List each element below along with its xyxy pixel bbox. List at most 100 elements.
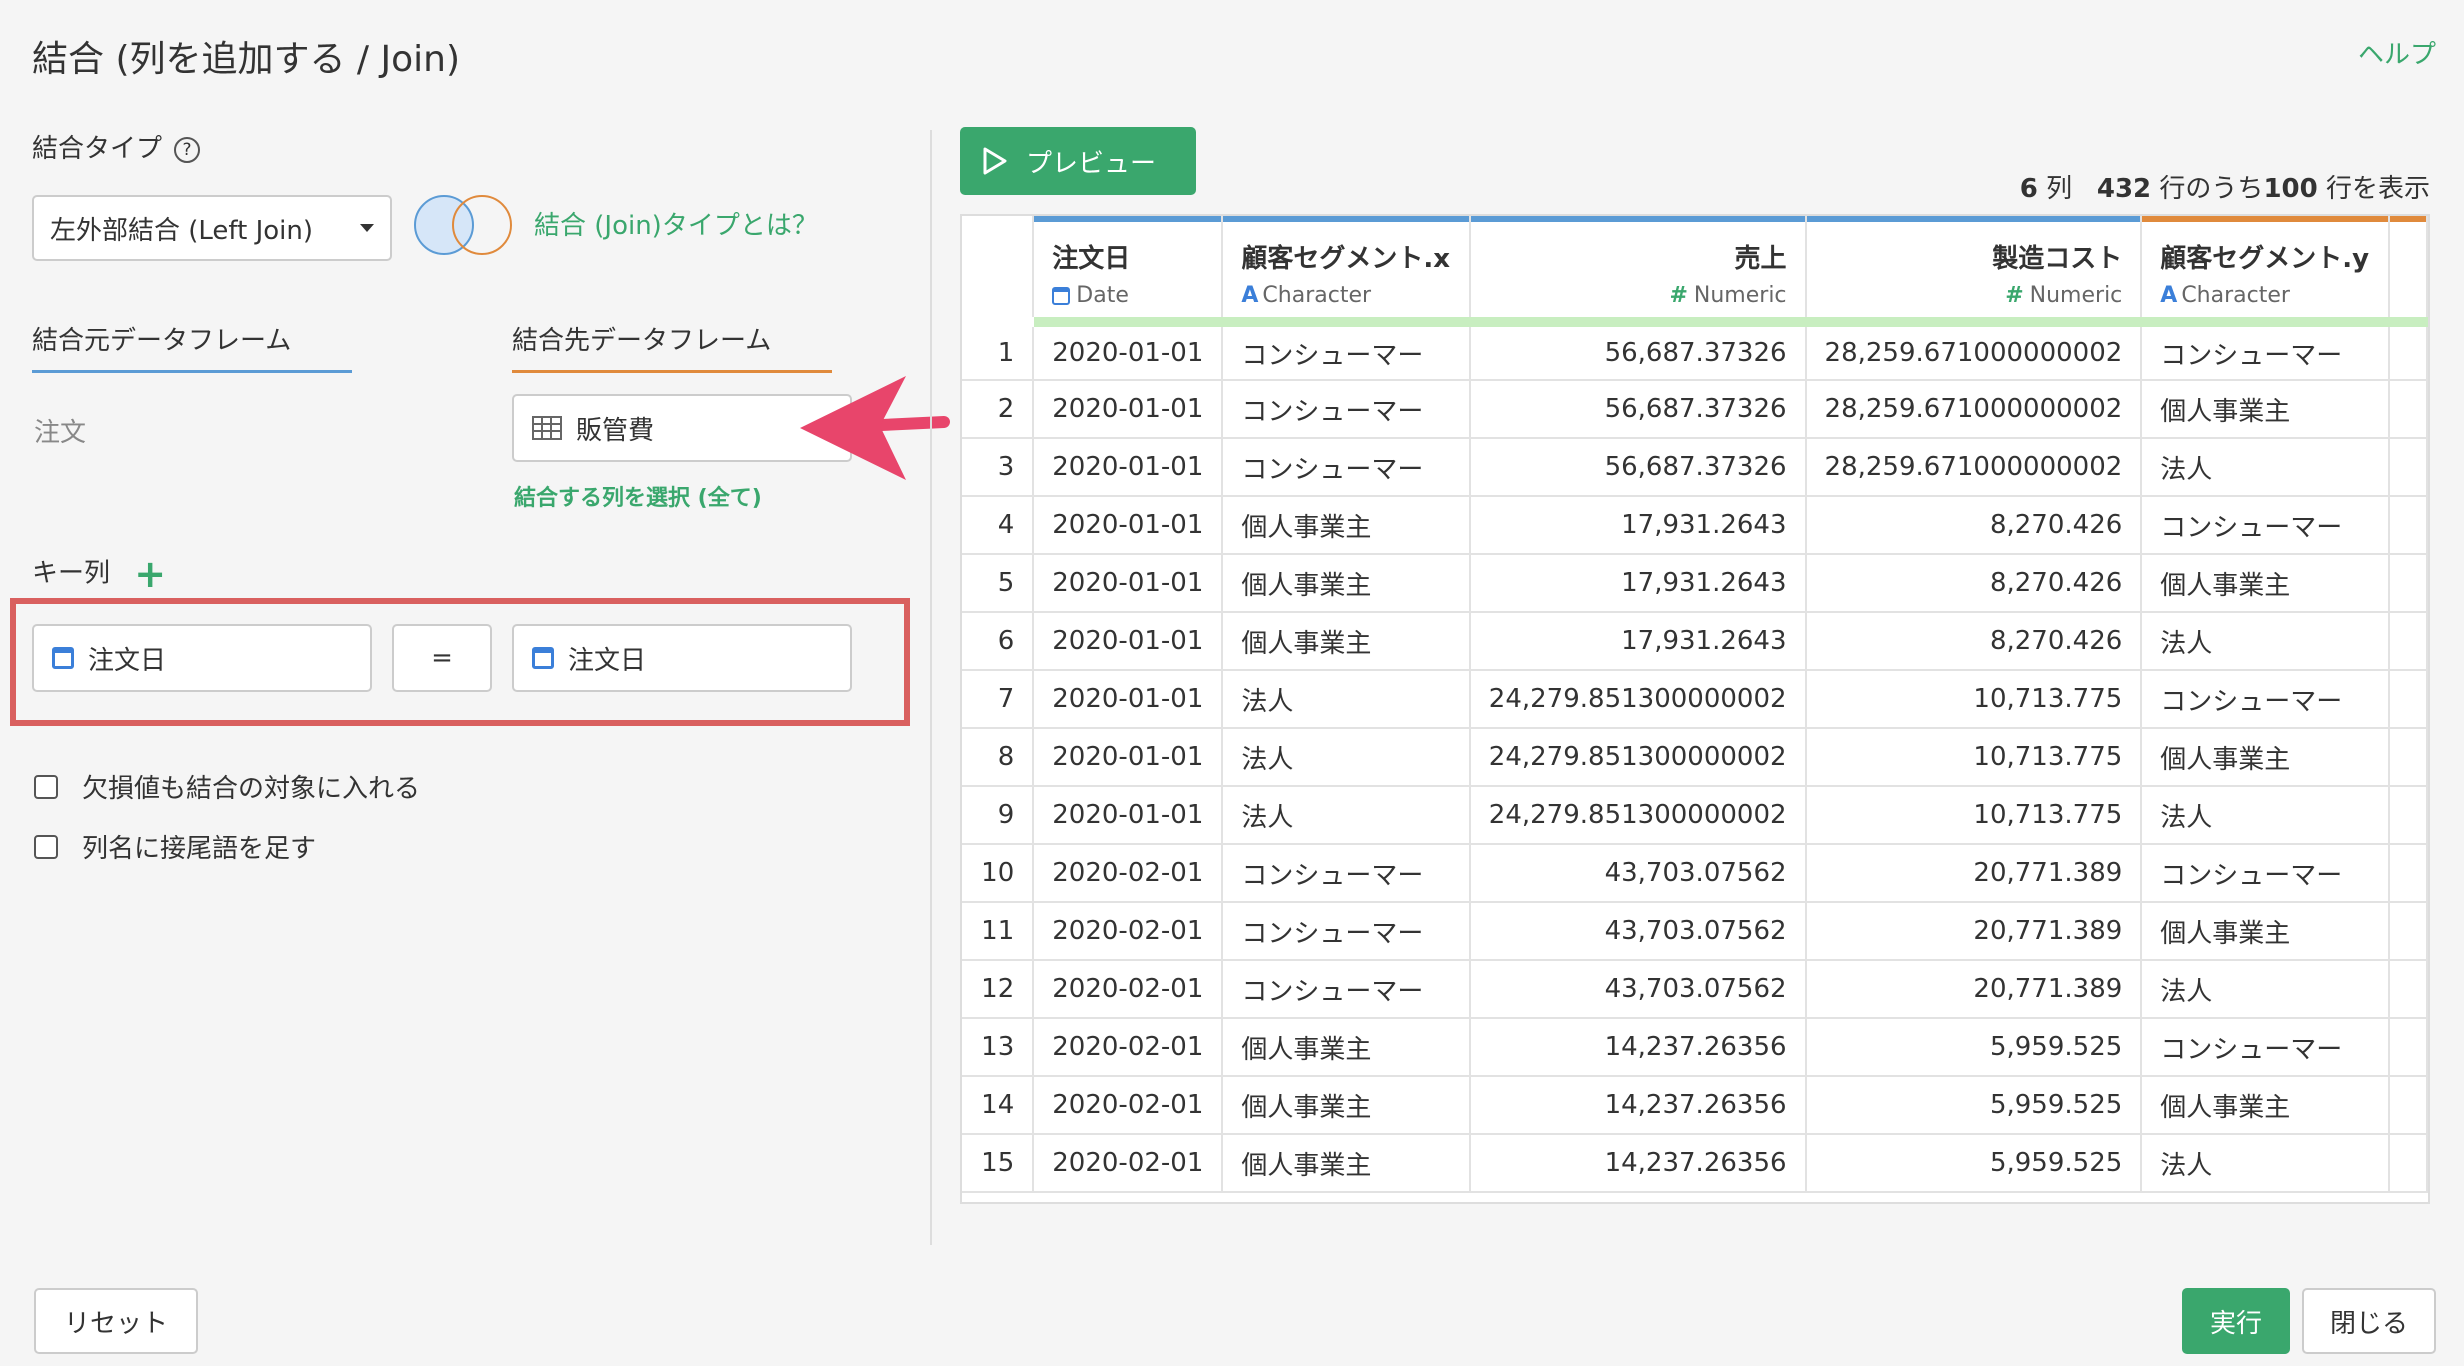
column-header[interactable]: 顧客セグメント.y A Character bbox=[2141, 222, 2390, 327]
table-cell: 個人事業主 bbox=[1222, 496, 1471, 555]
reset-button[interactable]: リセット bbox=[34, 1288, 198, 1354]
table-cell-overflow bbox=[2388, 960, 2428, 1019]
table-row: 6 2020-01-01 個人事業主 17,931.2643 8,270.426 法人 bbox=[962, 612, 2428, 671]
column-header-overflow bbox=[2388, 222, 2428, 327]
row-index: 13 bbox=[962, 1018, 1035, 1077]
panel-divider bbox=[930, 130, 932, 1245]
table-cell: 2020-02-01 bbox=[1033, 844, 1224, 903]
add-suffix-option[interactable]: 列名に接尾語を足す bbox=[34, 828, 316, 865]
table-cell: コンシューマー bbox=[2141, 322, 2390, 381]
row-index: 8 bbox=[962, 728, 1035, 787]
table-cell: 10,713.775 bbox=[1805, 670, 2143, 729]
table-cell-overflow bbox=[2388, 728, 2428, 787]
table-row: 15 2020-02-01 個人事業主 14,237.26356 5,959.525 法人 bbox=[962, 1134, 2428, 1193]
date-type-icon bbox=[1052, 287, 1071, 305]
table-cell: 24,279.851300000002 bbox=[1469, 670, 1807, 729]
help-link[interactable]: ヘルプ bbox=[2358, 34, 2436, 71]
table-cell: 個人事業主 bbox=[1222, 1076, 1471, 1135]
join-type-info-link[interactable]: 結合 (Join)タイプとは？ bbox=[534, 205, 818, 242]
preview-table[interactable]: 注文日 Date 顧客セグメント.x A Character 売上 # Numeri… bbox=[960, 214, 2430, 1204]
table-cell: 56,687.37326 bbox=[1469, 380, 1807, 439]
table-cell: 2020-02-01 bbox=[1033, 1018, 1224, 1077]
table-cell: コンシューマー bbox=[1222, 438, 1471, 497]
table-cell: コンシューマー bbox=[2141, 844, 2390, 903]
add-key-button[interactable]: + bbox=[134, 552, 166, 596]
include-missing-option[interactable]: 欠損値も結合の対象に入れる bbox=[34, 768, 420, 805]
table-row: 10 2020-02-01 コンシューマー 43,703.07562 20,771.38… bbox=[962, 844, 2428, 903]
target-tab-underline bbox=[512, 370, 832, 373]
table-cell: 5,959.525 bbox=[1805, 1076, 2143, 1135]
table-cell: 2020-01-01 bbox=[1033, 670, 1224, 729]
table-cell: 個人事業主 bbox=[1222, 612, 1471, 671]
table-cell: 法人 bbox=[2141, 612, 2390, 671]
table-cell: コンシューマー bbox=[1222, 960, 1471, 1019]
table-cell-overflow bbox=[2388, 380, 2428, 439]
preview-button[interactable]: プレビュー bbox=[960, 127, 1196, 195]
row-index: 5 bbox=[962, 554, 1035, 613]
calendar-icon bbox=[532, 647, 554, 669]
table-cell: 43,703.07562 bbox=[1469, 960, 1807, 1019]
row-count-info: 6 列 432 行のうち100 行を表示 bbox=[2019, 174, 2430, 204]
table-cell: 5,959.525 bbox=[1805, 1018, 2143, 1077]
table-cell: 個人事業主 bbox=[2141, 554, 2390, 613]
table-cell: 56,687.37326 bbox=[1469, 322, 1807, 381]
table-cell: 2020-01-01 bbox=[1033, 438, 1224, 497]
source-dataframe-tab[interactable]: 結合元データフレーム bbox=[32, 320, 291, 357]
table-cell: 個人事業主 bbox=[1222, 554, 1471, 613]
table-cell: 28,259.671000000002 bbox=[1805, 438, 2143, 497]
right-key-select[interactable]: 注文日 bbox=[512, 624, 852, 692]
table-cell: 個人事業主 bbox=[2141, 1076, 2390, 1135]
table-cell: 43,703.07562 bbox=[1469, 844, 1807, 903]
run-button[interactable]: 実行 bbox=[2182, 1288, 2290, 1354]
table-cell: 8,270.426 bbox=[1805, 612, 2143, 671]
add-suffix-checkbox[interactable] bbox=[34, 834, 58, 859]
table-cell: 2020-01-01 bbox=[1033, 786, 1224, 845]
table-cell: 法人 bbox=[1222, 728, 1471, 787]
table-row: 12 2020-02-01 コンシューマー 43,703.07562 20,771.38… bbox=[962, 960, 2428, 1019]
numeric-type-icon: # bbox=[2005, 283, 2024, 308]
row-index: 11 bbox=[962, 902, 1035, 961]
table-cell: 5,959.525 bbox=[1805, 1134, 2143, 1193]
table-icon bbox=[532, 416, 562, 440]
source-tab-underline bbox=[32, 370, 352, 373]
column-header[interactable]: 売上 # Numeric bbox=[1469, 222, 1807, 327]
table-cell: コンシューマー bbox=[1222, 902, 1471, 961]
column-header[interactable]: 顧客セグメント.x A Character bbox=[1222, 222, 1471, 327]
table-cell-overflow bbox=[2388, 1018, 2428, 1077]
table-cell: 法人 bbox=[1222, 786, 1471, 845]
table-cell: 2020-01-01 bbox=[1033, 728, 1224, 787]
table-cell: 28,259.671000000002 bbox=[1805, 322, 2143, 381]
table-row: 8 2020-01-01 法人 24,279.851300000002 10,713.7… bbox=[962, 728, 2428, 787]
table-cell: 個人事業主 bbox=[2141, 902, 2390, 961]
table-row: 5 2020-01-01 個人事業主 17,931.2643 8,270.426 個人事業… bbox=[962, 554, 2428, 613]
table-cell-overflow bbox=[2388, 554, 2428, 613]
help-circle-icon[interactable]: ? bbox=[174, 136, 201, 163]
select-columns-link[interactable]: 結合する列を選択 (全て) bbox=[514, 480, 762, 512]
character-type-icon: A bbox=[2160, 283, 2178, 308]
column-header[interactable]: 注文日 Date bbox=[1033, 222, 1224, 327]
index-header bbox=[962, 222, 1035, 327]
include-missing-checkbox[interactable] bbox=[34, 774, 58, 799]
table-cell: 2020-02-01 bbox=[1033, 1134, 1224, 1193]
join-type-select[interactable]: 左外部結合 (Left Join) bbox=[32, 195, 392, 261]
table-cell: コンシューマー bbox=[1222, 844, 1471, 903]
table-cell: 28,259.671000000002 bbox=[1805, 380, 2143, 439]
table-cell: 17,931.2643 bbox=[1469, 612, 1807, 671]
table-cell: 43,703.07562 bbox=[1469, 902, 1807, 961]
table-header-row: 注文日 Date 顧客セグメント.x A Character 売上 # Numeri… bbox=[962, 222, 2428, 327]
left-key-select[interactable]: 注文日 bbox=[32, 624, 372, 692]
table-cell-overflow bbox=[2388, 786, 2428, 845]
table-cell: 17,931.2643 bbox=[1469, 496, 1807, 555]
table-cell: 24,279.851300000002 bbox=[1469, 786, 1807, 845]
target-dataframe-tab[interactable]: 結合先データフレーム bbox=[512, 320, 771, 357]
table-cell-overflow bbox=[2388, 844, 2428, 903]
close-button[interactable]: 閉じる bbox=[2302, 1288, 2436, 1354]
calendar-icon bbox=[52, 647, 74, 669]
column-header[interactable]: 製造コスト # Numeric bbox=[1805, 222, 2143, 327]
character-type-icon: A bbox=[1241, 283, 1259, 308]
table-cell: コンシューマー bbox=[2141, 496, 2390, 555]
table-cell-overflow bbox=[2388, 1134, 2428, 1193]
row-index: 2 bbox=[962, 380, 1035, 439]
table-cell-overflow bbox=[2388, 496, 2428, 555]
key-operator-select[interactable]: = bbox=[392, 624, 492, 692]
